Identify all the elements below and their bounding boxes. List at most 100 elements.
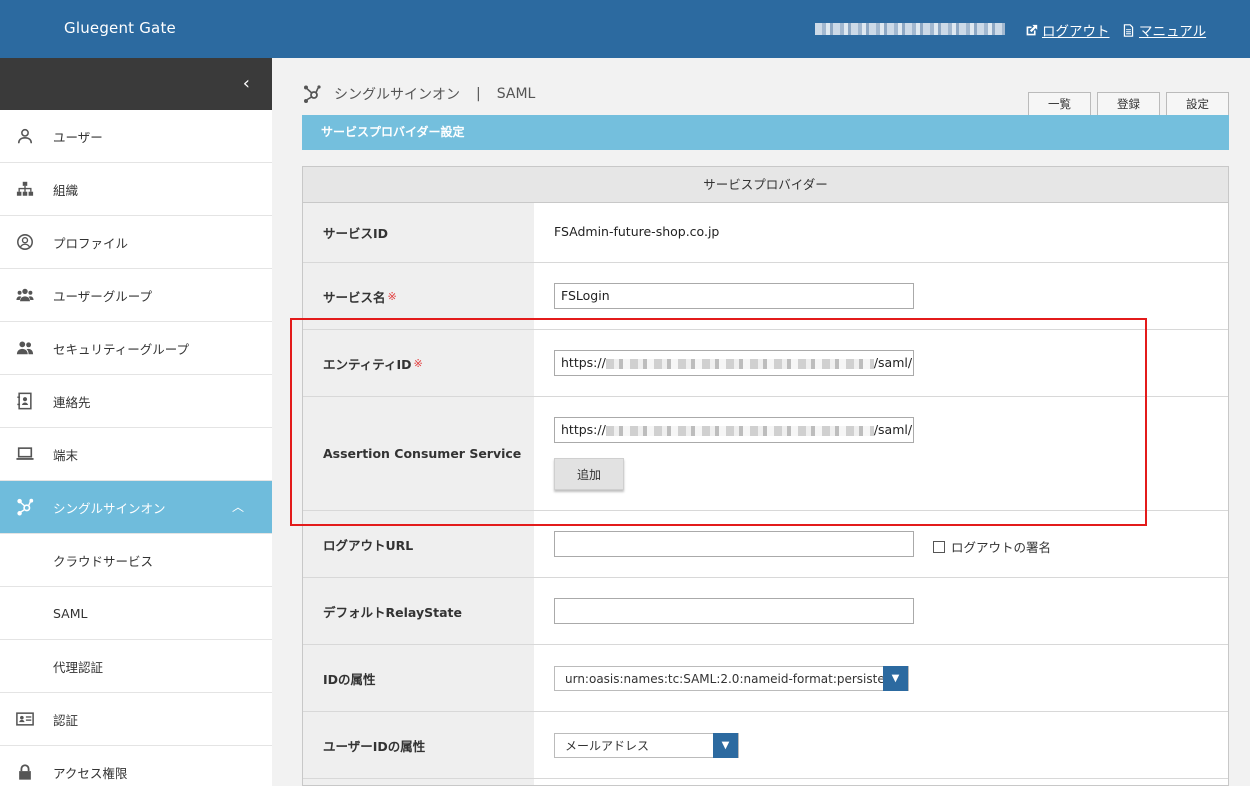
entity-id-label-text: エンティティID bbox=[323, 356, 412, 372]
row-relay-state: デフォルトRelayState bbox=[303, 578, 1228, 645]
id-attribute-select[interactable]: urn:oasis:names:tc:SAML:2.0:nameid-forma… bbox=[554, 666, 909, 691]
id-attribute-label-text: IDの属性 bbox=[323, 671, 376, 687]
logout-signature-checkbox[interactable]: ログアウトの署名 bbox=[933, 537, 1051, 556]
next-row-label bbox=[303, 779, 534, 785]
sidebar-item-label: 組織 bbox=[53, 182, 79, 198]
user-id-attribute-label: ユーザーIDの属性 bbox=[303, 712, 534, 778]
acs-suffix: /saml/ bbox=[873, 422, 913, 437]
row-id-attribute: IDの属性 urn:oasis:names:tc:SAML:2.0:nameid… bbox=[303, 645, 1228, 712]
contact-book-icon bbox=[15, 391, 35, 411]
sidebar-item-label: 端末 bbox=[53, 447, 79, 463]
add-button[interactable]: 追加 bbox=[554, 458, 624, 490]
sidebar-item-devices[interactable]: 端末 bbox=[0, 428, 272, 481]
entity-id-prefix: https:// bbox=[561, 355, 606, 370]
logout-link[interactable]: ログアウト bbox=[1025, 20, 1110, 40]
tab-settings[interactable]: 設定 bbox=[1166, 92, 1229, 115]
manual-label: マニュアル bbox=[1139, 24, 1207, 40]
required-mark: ※ bbox=[387, 289, 397, 303]
id-attribute-cell: urn:oasis:names:tc:SAML:2.0:nameid-forma… bbox=[534, 645, 1228, 711]
sidebar-subitem-cloud-services[interactable]: クラウドサービス bbox=[0, 534, 272, 587]
document-icon bbox=[1123, 23, 1134, 37]
sidebar-item-contacts[interactable]: 連絡先 bbox=[0, 375, 272, 428]
next-row-cell bbox=[534, 779, 1228, 785]
required-mark: ※ bbox=[413, 356, 423, 370]
external-link-icon bbox=[1026, 24, 1038, 35]
sidebar-collapse-button[interactable]: ‹ bbox=[0, 58, 272, 110]
relay-state-input[interactable] bbox=[554, 598, 914, 624]
service-id-label-text: サービスID bbox=[323, 226, 389, 241]
relay-state-label-text: デフォルトRelayState bbox=[323, 604, 462, 620]
sidebar-item-label: 連絡先 bbox=[53, 394, 91, 410]
form-heading: サービスプロバイダー bbox=[303, 167, 1228, 203]
tab-list[interactable]: 一覧 bbox=[1028, 92, 1091, 115]
entity-id-input[interactable]: https:// /saml/ bbox=[554, 350, 914, 376]
sidebar-item-organization[interactable]: 組織 bbox=[0, 163, 272, 216]
service-id-cell: FSAdmin-future-shop.co.jp bbox=[534, 203, 1228, 262]
user-id-attribute-label-text: ユーザーIDの属性 bbox=[323, 738, 426, 754]
sidebar-item-profile[interactable]: プロファイル bbox=[0, 216, 272, 269]
user-icon bbox=[15, 126, 35, 146]
logout-signature-label: ログアウトの署名 bbox=[951, 540, 1052, 555]
row-user-id-attribute: ユーザーIDの属性 メールアドレス ▼ bbox=[303, 712, 1228, 779]
acs-label: Assertion Consumer Service bbox=[303, 397, 534, 510]
sidebar-item-user-groups[interactable]: ユーザーグループ bbox=[0, 269, 272, 322]
service-name-label: サービス名 ※ bbox=[303, 263, 534, 329]
user-id-attribute-selected: メールアドレス bbox=[565, 739, 650, 753]
entity-id-label: エンティティID ※ bbox=[303, 330, 534, 396]
sidebar: ‹ ユーザー 組織 プロファイル ユーザーグループ セキュリティーグループ 連絡… bbox=[0, 58, 272, 786]
top-header: Gluegent Gate ログアウト マニュアル bbox=[0, 0, 1250, 58]
row-service-name: サービス名 ※ FSLogin bbox=[303, 263, 1228, 330]
sidebar-item-security-groups[interactable]: セキュリティーグループ bbox=[0, 322, 272, 375]
acs-label-text: Assertion Consumer Service bbox=[323, 446, 522, 461]
dropdown-arrow-icon[interactable]: ▼ bbox=[883, 666, 908, 691]
sidebar-item-label: ユーザー bbox=[53, 129, 103, 145]
row-next bbox=[303, 779, 1228, 785]
sidebar-subitem-proxy-auth[interactable]: 代理認証 bbox=[0, 640, 272, 693]
chevron-up-icon: ︿ bbox=[231, 500, 244, 514]
sidebar-item-single-sign-on[interactable]: シングルサインオン ︿ bbox=[0, 481, 272, 534]
service-name-cell: FSLogin bbox=[534, 263, 1228, 329]
id-attribute-label: IDの属性 bbox=[303, 645, 534, 711]
entity-id-suffix: /saml/ bbox=[873, 355, 913, 370]
dropdown-arrow-icon[interactable]: ▼ bbox=[713, 733, 738, 758]
chevron-left-icon: ‹ bbox=[242, 73, 250, 94]
logout-url-label: ログアウトURL bbox=[303, 511, 534, 577]
sso-hub-icon bbox=[304, 85, 321, 103]
sidebar-item-label: アクセス権限 bbox=[53, 765, 128, 781]
manual-link[interactable]: マニュアル bbox=[1122, 20, 1206, 40]
id-card-icon bbox=[15, 709, 35, 729]
row-assertion-consumer-service: Assertion Consumer Service https:// /saml… bbox=[303, 397, 1228, 511]
sidebar-item-label: 認証 bbox=[53, 712, 79, 728]
service-provider-form: サービスプロバイダー サービスID FSAdmin-future-shop.co… bbox=[302, 166, 1229, 786]
sidebar-subitem-saml[interactable]: SAML bbox=[0, 587, 272, 640]
acs-prefix: https:// bbox=[561, 422, 606, 437]
checkbox-box[interactable] bbox=[933, 540, 945, 553]
user-id-attribute-cell: メールアドレス ▼ bbox=[534, 712, 1228, 778]
security-group-icon bbox=[15, 338, 35, 358]
tab-register[interactable]: 登録 bbox=[1097, 92, 1160, 115]
relay-state-label: デフォルトRelayState bbox=[303, 578, 534, 644]
row-service-id: サービスID FSAdmin-future-shop.co.jp bbox=[303, 203, 1228, 263]
app-brand: Gluegent Gate bbox=[64, 19, 176, 37]
blurred-user-name bbox=[815, 23, 1005, 35]
row-entity-id: エンティティID ※ https:// /saml/ bbox=[303, 330, 1228, 397]
service-name-label-text: サービス名 bbox=[323, 289, 386, 305]
relay-state-cell bbox=[534, 578, 1228, 644]
service-id-label: サービスID bbox=[303, 203, 534, 262]
logout-url-input[interactable] bbox=[554, 531, 914, 557]
sidebar-item-authentication[interactable]: 認証 bbox=[0, 693, 272, 746]
laptop-icon bbox=[15, 444, 35, 464]
blurred-url bbox=[605, 425, 874, 436]
lock-icon bbox=[15, 762, 35, 782]
section-title-bar: サービスプロバイダー設定 bbox=[302, 115, 1229, 150]
blurred-url bbox=[605, 358, 874, 369]
breadcrumb: シングルサインオン | SAML bbox=[302, 84, 535, 104]
user-id-attribute-select[interactable]: メールアドレス ▼ bbox=[554, 733, 739, 758]
sidebar-item-access-rights[interactable]: アクセス権限 bbox=[0, 746, 272, 786]
service-id-value: FSAdmin-future-shop.co.jp bbox=[554, 224, 720, 239]
sidebar-item-users[interactable]: ユーザー bbox=[0, 110, 272, 163]
service-name-input[interactable]: FSLogin bbox=[554, 283, 914, 309]
org-chart-icon bbox=[15, 179, 35, 199]
acs-url-input[interactable]: https:// /saml/ bbox=[554, 417, 914, 443]
sidebar-item-label: シングルサインオン bbox=[53, 500, 166, 516]
